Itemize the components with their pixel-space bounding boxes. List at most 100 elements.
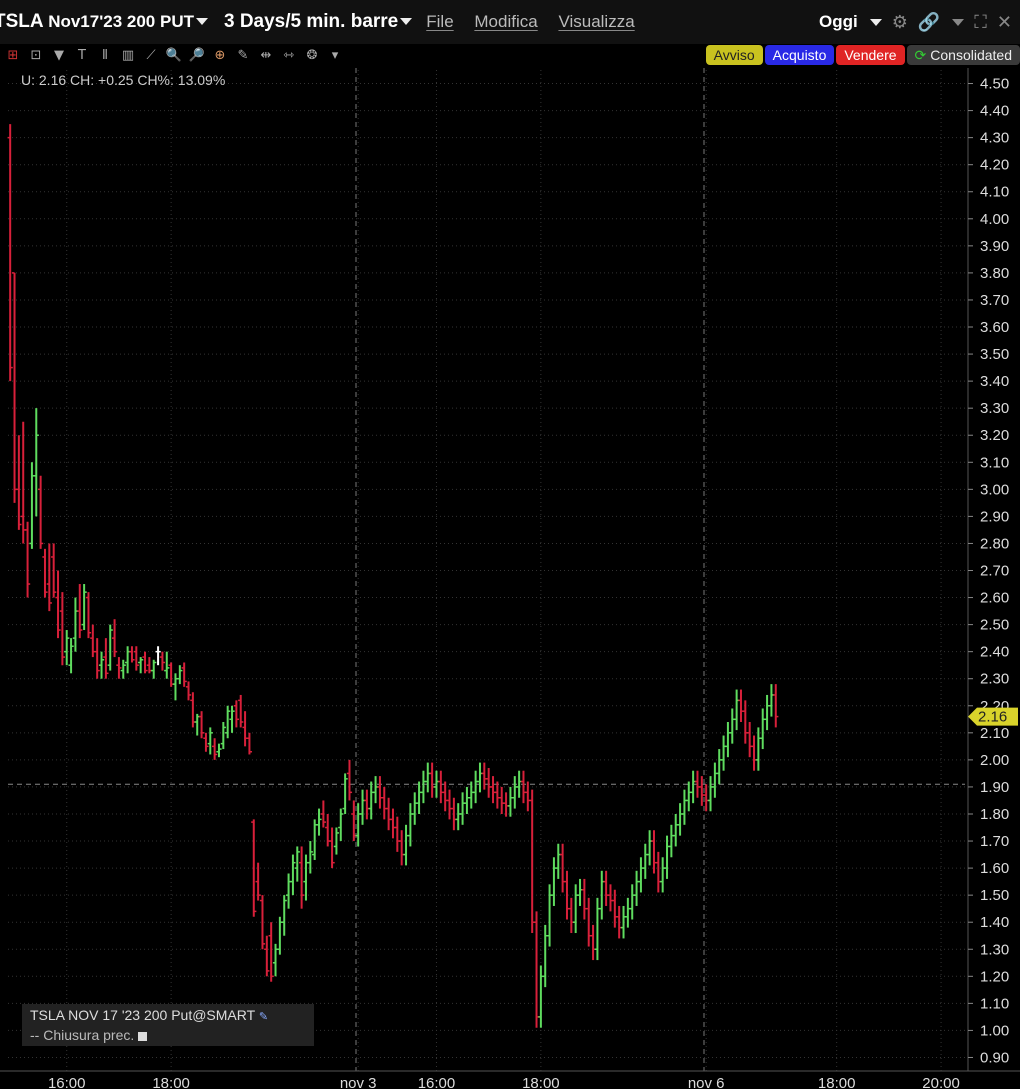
ohlc-bar <box>46 543 52 612</box>
gear-icon[interactable]: ⚙ <box>892 12 908 33</box>
ohlc-bar <box>459 792 466 825</box>
legend-prev-close[interactable]: -- Chiusura prec. <box>30 1027 148 1043</box>
chevron-down-icon[interactable] <box>195 18 208 26</box>
ohlc-bar <box>755 727 761 771</box>
bubbles-icon[interactable]: ❂ <box>302 46 322 66</box>
acquisto-button[interactable]: Acquisto <box>764 45 835 65</box>
ohlc-bar <box>529 789 535 934</box>
y-tick-label: 4.40 <box>980 103 1009 120</box>
ohlc-bar <box>494 781 500 809</box>
ohlc-bar <box>77 584 83 639</box>
ohlc-bar <box>725 722 731 758</box>
x-tick-label: nov 3 <box>340 1075 377 1089</box>
crosshair-icon[interactable]: ⊞ <box>3 46 23 66</box>
ohlc-bar <box>11 272 18 503</box>
consolidated-button[interactable]: ⟳ Consolidated <box>906 45 1020 65</box>
ohlc-bar <box>481 762 487 790</box>
ohlc-bar <box>407 803 413 847</box>
ohlc-bar <box>468 781 474 809</box>
draw-icon[interactable]: ✎ <box>233 46 253 66</box>
ohlc-bar <box>98 651 105 679</box>
y-tick-label: 1.20 <box>980 968 1009 985</box>
period-selector[interactable]: 3 Days/5 min. barre <box>224 11 413 33</box>
ohlc-bar <box>229 705 235 733</box>
ohlc-bar <box>625 897 631 928</box>
ohlc-bar <box>503 792 509 817</box>
dropdown-icon[interactable]: ▼ <box>49 46 69 66</box>
ohlc-bar <box>64 630 70 666</box>
ohlc-bar <box>181 662 187 687</box>
y-tick-label: 3.50 <box>980 346 1009 363</box>
ohlc-bar <box>207 727 213 755</box>
ohlc-bar <box>720 735 727 771</box>
avviso-button[interactable]: Avviso <box>705 45 763 65</box>
close-icon[interactable]: ✕ <box>997 12 1012 33</box>
zoom-in-icon[interactable]: 🔍 <box>164 46 184 66</box>
chevron-down-icon[interactable] <box>400 18 413 26</box>
ohlc-bar <box>707 776 714 812</box>
ohlc-bar <box>264 935 270 977</box>
ohlc-bar <box>238 694 244 728</box>
ohlc-bar <box>716 749 722 785</box>
checkbox-icon[interactable] <box>138 1031 148 1041</box>
ohlc-bar <box>172 673 179 701</box>
zoom-out-icon[interactable]: 🔎 <box>187 46 207 66</box>
ohlc-bar <box>68 638 74 674</box>
range-selector[interactable]: Oggi <box>819 12 858 32</box>
ohlc-bar <box>125 646 131 674</box>
ohlc-bar <box>620 905 627 939</box>
ohlc-bar <box>686 781 692 812</box>
ohlc-bar <box>616 905 622 939</box>
compress-icon[interactable]: ⇿ <box>279 46 299 66</box>
menu-modifica[interactable]: Modifica <box>474 12 537 31</box>
y-tick-label: 4.30 <box>980 130 1009 147</box>
dropdown-icon[interactable] <box>869 18 882 26</box>
fullscreen-icon[interactable]: ⛶ <box>974 12 987 33</box>
link-icon[interactable]: 🔗 <box>918 12 940 33</box>
menu-bar: File Modifica Visualizza <box>426 12 650 32</box>
bar-style-icon[interactable]: ⫴ <box>95 46 115 66</box>
ohlc-bar <box>329 827 335 869</box>
y-tick-label: 1.00 <box>980 1022 1009 1039</box>
ohlc-bar <box>307 841 313 874</box>
dropdown-icon[interactable]: ▾ <box>325 46 345 66</box>
ohlc-bar <box>303 854 309 901</box>
ohlc-bar <box>629 884 635 920</box>
ohlc-bar <box>512 776 518 809</box>
ohlc-bar <box>599 870 605 920</box>
title-bar: TSLA Nov17'23 200 PUT 3 Days/5 min. barr… <box>0 0 1020 44</box>
text-tool-icon[interactable]: T <box>72 46 92 66</box>
ohlc-bar <box>507 786 514 817</box>
pan-icon[interactable]: ⇹ <box>256 46 276 66</box>
target-icon[interactable]: ⊕ <box>210 46 230 66</box>
contract-title[interactable]: TSLA Nov17'23 200 PUT <box>0 11 208 33</box>
x-tick-label: nov 6 <box>688 1075 725 1089</box>
ohlc-bar <box>129 646 135 663</box>
ohlc-bar <box>633 870 640 906</box>
pencil-icon[interactable]: ✎ <box>259 1011 268 1023</box>
x-tick-label: 16:00 <box>48 1075 86 1089</box>
ohlc-bar <box>768 684 775 717</box>
price-axis: 0.90 1.00 1.10 1.20 1.30 1.40 1.50 1.60 1.70 1.80… <box>967 68 1009 1071</box>
ohlc-bar <box>242 711 248 747</box>
vendere-button[interactable]: Vendere <box>836 45 905 65</box>
price-chart[interactable]: 0.90 1.00 1.10 1.20 1.30 1.40 1.50 1.60 1.70 1.80… <box>0 68 1020 1089</box>
chart-legend: TSLA NOV 17 '23 200 Put@SMART ✎ -- Chius… <box>22 1004 314 1046</box>
expand-icon[interactable] <box>952 18 965 26</box>
zoom-box-icon[interactable]: ⊡ <box>26 46 46 66</box>
y-tick-label: 3.40 <box>980 373 1009 390</box>
refresh-icon: ⟳ <box>914 47 927 63</box>
legend-series[interactable]: TSLA NOV 17 '23 200 Put@SMART ✎ <box>30 1007 268 1023</box>
ohlc-bar <box>673 813 679 847</box>
y-tick-label: 2.70 <box>980 563 1009 580</box>
menu-visualizza[interactable]: Visualizza <box>558 12 634 31</box>
menu-file[interactable]: File <box>426 12 453 31</box>
ohlc-bar <box>33 408 39 517</box>
y-tick-label: 3.90 <box>980 238 1009 255</box>
ohlc-bar <box>342 773 348 814</box>
trendline-icon[interactable]: ⟋ <box>141 46 161 66</box>
ohlc-bar <box>320 800 326 828</box>
ohlc-bar <box>203 732 209 752</box>
ohlc-bar <box>747 722 753 758</box>
volume-icon[interactable]: ▥ <box>118 46 138 66</box>
